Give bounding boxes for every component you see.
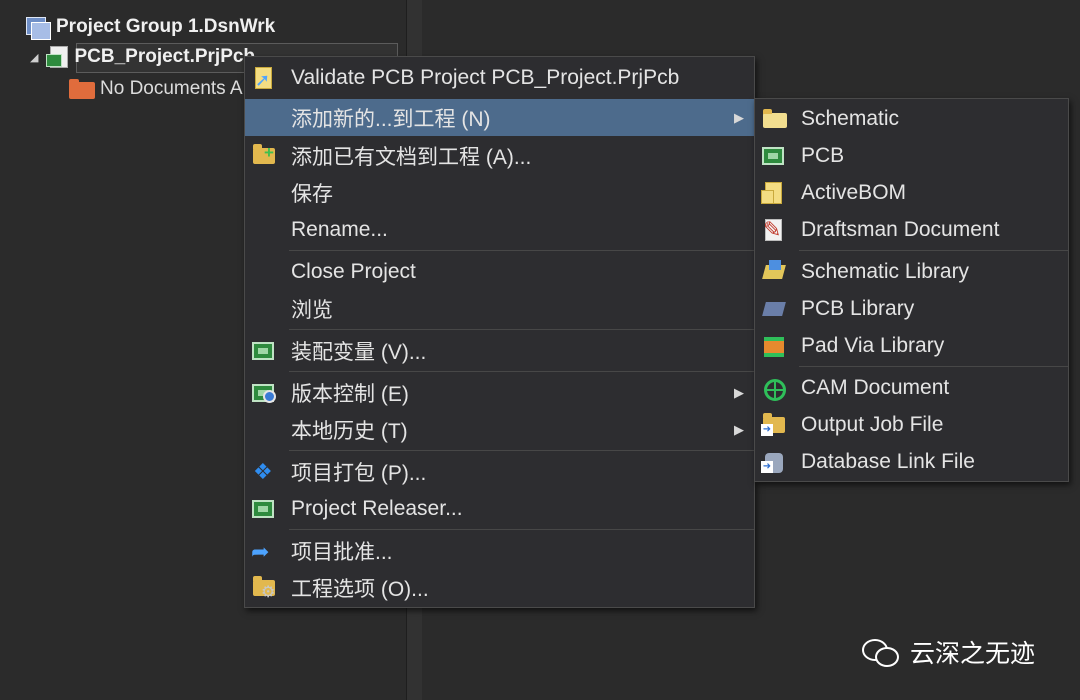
watermark-text: 云深之无迹: [910, 640, 1036, 668]
browse-label: 浏览: [291, 298, 333, 322]
menu-item-browse[interactable]: 浏览: [245, 290, 754, 327]
menu-item-add-existing[interactable]: + 添加已有文档到工程 (A)...: [245, 137, 754, 174]
submenu-item-cam-document[interactable]: CAM Document: [755, 369, 1068, 406]
add-document-icon: +: [249, 143, 277, 169]
menu-item-local-history[interactable]: 本地历史 (T) ▶: [245, 411, 754, 448]
cam-document-label: CAM Document: [801, 375, 950, 399]
submenu-item-pad-via-library[interactable]: Pad Via Library: [755, 327, 1068, 364]
menu-item-approval[interactable]: ➦ 项目批准...: [245, 532, 754, 569]
submenu-item-output-job[interactable]: ➜ Output Job File: [755, 406, 1068, 443]
tree-item-project-group[interactable]: Project Group 1.DsnWrk: [24, 14, 275, 40]
cam-document-icon: [759, 375, 787, 401]
pad-via-library-icon: [759, 333, 787, 359]
menu-item-releaser[interactable]: Project Releaser...: [245, 490, 754, 527]
schematic-library-icon: [759, 259, 787, 285]
menu-item-options[interactable]: ⚙ 工程选项 (O)...: [245, 569, 754, 606]
menu-separator: [289, 329, 754, 330]
pcb-project-icon: [44, 45, 70, 69]
menu-item-close-project[interactable]: Close Project: [245, 253, 754, 290]
activebom-label: ActiveBOM: [801, 180, 907, 204]
validate-label: Validate PCB Project PCB_Project.PrjPcb: [291, 65, 680, 89]
variants-icon: [249, 338, 277, 364]
releaser-label: Project Releaser...: [291, 496, 463, 520]
submenu-item-draftsman[interactable]: ✎ Draftsman Document: [755, 211, 1068, 248]
add-existing-label: 添加已有文档到工程 (A)...: [291, 145, 532, 169]
submenu-item-activebom[interactable]: ActiveBOM: [755, 174, 1068, 211]
no-documents-label: No Documents A: [100, 78, 243, 99]
submenu-arrow-icon: ▶: [734, 109, 744, 125]
draftsman-label: Draftsman Document: [801, 217, 1000, 241]
watermark: 云深之无迹: [862, 634, 1035, 670]
collapse-triangle-icon[interactable]: ◢: [30, 51, 38, 64]
wechat-icon: [862, 637, 899, 667]
menu-item-variants[interactable]: 装配变量 (V)...: [245, 332, 754, 369]
activebom-icon: [759, 180, 787, 206]
pcb-library-label: PCB Library: [801, 296, 915, 320]
packager-label: 项目打包 (P)...: [291, 461, 427, 485]
pcb-library-icon: [759, 296, 787, 322]
version-control-label: 版本控制 (E): [291, 382, 409, 406]
menu-item-version-control[interactable]: 版本控制 (E) ▶: [245, 374, 754, 411]
menu-item-rename[interactable]: Rename...: [245, 211, 754, 248]
output-job-label: Output Job File: [801, 412, 944, 436]
folder-icon: [68, 78, 96, 100]
approval-label: 项目批准...: [291, 540, 393, 564]
submenu-item-database-link[interactable]: ➜ Database Link File: [755, 443, 1068, 480]
rename-label: Rename...: [291, 217, 388, 241]
options-gear-icon: ⚙: [249, 575, 277, 601]
variants-label: 装配变量 (V)...: [291, 340, 427, 364]
menu-item-add-new[interactable]: 添加新的...到工程 (N) ▶: [245, 99, 754, 136]
save-label: 保存: [291, 182, 333, 206]
menu-separator: [799, 250, 1068, 251]
pcb-icon: [759, 143, 787, 169]
tree-item-no-documents[interactable]: No Documents A: [68, 76, 243, 102]
database-link-label: Database Link File: [801, 449, 975, 473]
pcb-label: PCB: [801, 143, 845, 167]
output-job-icon: ➜: [759, 412, 787, 438]
submenu-item-pcb[interactable]: PCB: [755, 137, 1068, 174]
submenu-item-schematic[interactable]: Schematic: [755, 100, 1068, 137]
pad-via-library-label: Pad Via Library: [801, 333, 945, 357]
menu-separator: [799, 366, 1068, 367]
draftsman-icon: ✎: [763, 217, 782, 242]
submenu-item-pcb-library[interactable]: PCB Library: [755, 290, 1068, 327]
database-link-icon: ➜: [759, 449, 787, 475]
project-context-menu: ➚ Validate PCB Project PCB_Project.PrjPc…: [244, 56, 755, 608]
releaser-icon: [249, 496, 277, 522]
add-new-submenu: Schematic PCB ActiveBOM ✎ Draftsman Docu…: [754, 98, 1069, 482]
schematic-label: Schematic: [801, 106, 900, 130]
local-history-label: 本地历史 (T): [291, 419, 408, 443]
submenu-item-schematic-library[interactable]: Schematic Library: [755, 253, 1068, 290]
schematic-icon: [759, 106, 787, 132]
menu-separator: [289, 529, 754, 530]
schematic-library-label: Schematic Library: [801, 259, 970, 283]
version-control-icon: [249, 380, 277, 406]
options-label: 工程选项 (O)...: [291, 577, 429, 601]
menu-separator: [289, 371, 754, 372]
project-group-label: Project Group 1.DsnWrk: [56, 16, 276, 37]
close-project-label: Close Project: [291, 259, 416, 283]
tree-item-project[interactable]: ◢ PCB_Project.PrjPcb: [30, 44, 255, 70]
menu-item-save[interactable]: 保存: [245, 174, 754, 211]
project-label: PCB_Project.PrjPcb: [74, 46, 256, 67]
dropbox-icon: ❖: [253, 459, 273, 484]
add-new-label: 添加新的...到工程 (N): [291, 107, 491, 131]
menu-item-validate[interactable]: ➚ Validate PCB Project PCB_Project.PrjPc…: [245, 59, 754, 96]
project-group-icon: [24, 15, 51, 40]
menu-separator: [289, 250, 754, 251]
share-arrow-icon: ➦: [251, 539, 270, 564]
validate-icon: ➚: [249, 65, 277, 91]
menu-separator: [289, 450, 754, 451]
submenu-arrow-icon: ▶: [734, 421, 744, 437]
menu-item-packager[interactable]: ❖ 项目打包 (P)...: [245, 453, 754, 490]
submenu-arrow-icon: ▶: [734, 384, 744, 400]
